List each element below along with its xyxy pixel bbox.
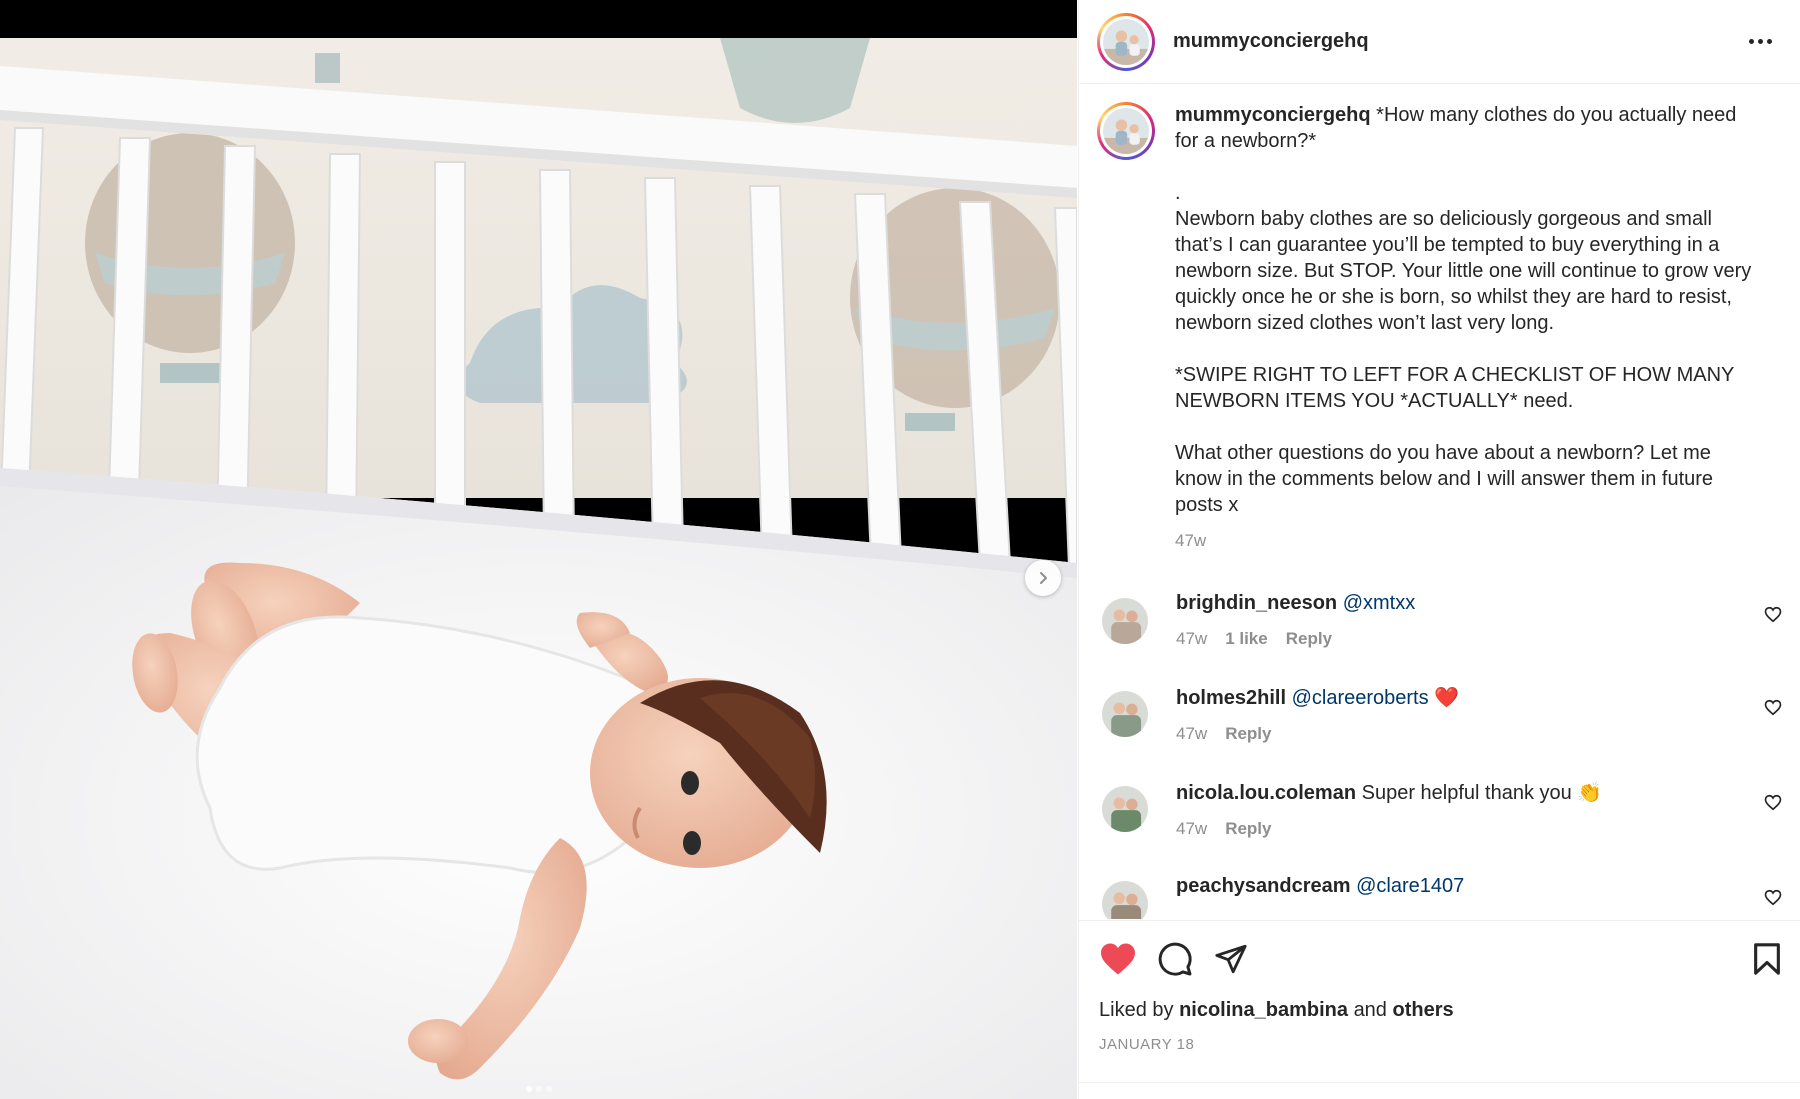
heart-filled-icon (1101, 943, 1135, 975)
share-button[interactable] (1213, 942, 1249, 976)
caption-timestamp[interactable]: 47w (1175, 528, 1755, 554)
action-icons-row (1099, 941, 1782, 977)
comment-username[interactable]: holmes2hill (1176, 687, 1286, 709)
bottom-divider (1079, 1082, 1800, 1083)
comment-avatar[interactable] (1102, 881, 1148, 919)
caption-dot: . (1175, 182, 1181, 204)
caption-paragraph-3: What other questions do you have about a… (1175, 442, 1714, 516)
chevron-right-icon (1040, 572, 1047, 584)
comment-body: peachysandcream @clare1407 (1176, 875, 1464, 919)
caption-author-avatar[interactable] (1097, 102, 1155, 160)
save-button[interactable] (1752, 942, 1782, 976)
caption: mummyconciergehq *How many clothes do yo… (1079, 85, 1800, 554)
comment-body: holmes2hill @clareeroberts ❤️ 47w Reply (1176, 685, 1459, 744)
comment-button[interactable] (1157, 941, 1193, 977)
liked-by-user[interactable]: nicolina_bambina (1179, 999, 1348, 1021)
share-icon (1215, 944, 1247, 974)
comment-mention[interactable]: @clareeroberts (1292, 687, 1429, 709)
commenter-avatar-image (1102, 691, 1148, 737)
comment-like-button[interactable] (1764, 606, 1782, 628)
author-avatar-image (1103, 18, 1149, 65)
comment: nicola.lou.coleman Super helpful thank y… (1079, 780, 1800, 839)
comment-line: peachysandcream @clare1407 (1176, 875, 1464, 898)
comment-emoji: 👏 (1577, 782, 1603, 804)
comment-reply-button[interactable]: Reply (1225, 724, 1271, 744)
comment-avatar[interactable] (1102, 691, 1148, 737)
liked-by-and: and (1353, 999, 1387, 1021)
comment-line: holmes2hill @clareeroberts ❤️ (1176, 685, 1459, 710)
comment-like-button[interactable] (1764, 794, 1782, 816)
post-actions: Liked by nicolina_bambina and others JAN… (1079, 920, 1800, 1053)
more-icon-dot (1758, 39, 1763, 44)
heart-outline-icon (1764, 606, 1782, 623)
comment-username[interactable]: brighdin_neeson (1176, 592, 1337, 614)
caption-text: mummyconciergehq *How many clothes do yo… (1175, 102, 1755, 554)
comment-like-button[interactable] (1764, 699, 1782, 721)
comment: brighdin_neeson @xmtxx 47w 1 like Reply (1079, 592, 1800, 649)
comment-text: Super helpful thank you (1361, 782, 1572, 804)
commenter-avatar-image (1102, 786, 1148, 832)
comment-reply-button[interactable]: Reply (1286, 629, 1332, 649)
author-avatar[interactable] (1097, 12, 1155, 71)
comment-likes[interactable]: 1 like (1225, 629, 1268, 649)
liked-by-others[interactable]: others (1393, 999, 1454, 1021)
post-photo[interactable] (0, 38, 1077, 1099)
liked-by-prefix: Liked by (1099, 999, 1174, 1021)
bookmark-icon (1754, 943, 1780, 975)
comment-time[interactable]: 47w (1176, 819, 1207, 839)
comment-username[interactable]: peachysandcream (1176, 875, 1351, 897)
baby-in-cot-image (0, 38, 1077, 1099)
heart-outline-icon (1764, 794, 1782, 811)
caption-username[interactable]: mummyconciergehq (1175, 104, 1371, 126)
comment-mention[interactable]: @xmtxx (1343, 592, 1416, 614)
commenter-avatar-image (1102, 881, 1148, 919)
comment-meta: 47w 1 like Reply (1176, 629, 1415, 649)
comment-meta: 47w Reply (1176, 724, 1459, 744)
comment-items: brighdin_neeson @xmtxx 47w 1 like Reply (1079, 592, 1800, 919)
carousel-dot (535, 1086, 542, 1092)
carousel-dot (545, 1086, 552, 1092)
more-options-button[interactable] (1741, 31, 1780, 52)
comment-like-button[interactable] (1764, 889, 1782, 911)
comment-icon (1158, 942, 1192, 976)
comment-emoji: ❤️ (1434, 687, 1460, 709)
post-photo-pane (0, 0, 1077, 1099)
comment-avatar[interactable] (1102, 598, 1148, 644)
comment-body: brighdin_neeson @xmtxx 47w 1 like Reply (1176, 592, 1415, 649)
post-sidebar: mummyconciergehq mummyconciergehq *How m… (1078, 0, 1800, 1099)
next-photo-button[interactable] (1025, 560, 1061, 596)
commenter-avatar-image (1102, 598, 1148, 644)
caption-avatar-image (1103, 108, 1149, 154)
carousel-dot (525, 1086, 532, 1092)
comment-time[interactable]: 47w (1176, 629, 1207, 649)
post-header: mummyconciergehq (1079, 0, 1800, 84)
carousel-indicator (0, 1086, 1077, 1092)
comment-meta: 47w Reply (1176, 819, 1602, 839)
comment-username[interactable]: nicola.lou.coleman (1176, 782, 1356, 804)
comment: holmes2hill @clareeroberts ❤️ 47w Reply (1079, 685, 1800, 744)
comment-reply-button[interactable]: Reply (1225, 819, 1271, 839)
comment-mention[interactable]: @clare1407 (1356, 875, 1464, 897)
more-icon-dot (1767, 39, 1772, 44)
comment-line: brighdin_neeson @xmtxx (1176, 592, 1415, 615)
post-date[interactable]: JANUARY 18 (1099, 1036, 1782, 1053)
more-icon (1749, 39, 1754, 44)
comment-avatar[interactable] (1102, 786, 1148, 832)
like-button[interactable] (1099, 942, 1137, 976)
caption-paragraph-2: *SWIPE RIGHT TO LEFT FOR A CHECKLIST OF … (1175, 364, 1734, 412)
comment-line: nicola.lou.coleman Super helpful thank y… (1176, 780, 1602, 805)
caption-paragraph-1: Newborn baby clothes are so deliciously … (1175, 208, 1752, 334)
comments-list[interactable]: mummyconciergehq *How many clothes do yo… (1079, 85, 1800, 919)
comment-time[interactable]: 47w (1176, 724, 1207, 744)
likes-summary: Liked by nicolina_bambina and others (1099, 999, 1782, 1022)
heart-outline-icon (1764, 889, 1782, 906)
author-username[interactable]: mummyconciergehq (1173, 30, 1369, 53)
comment: peachysandcream @clare1407 (1079, 875, 1800, 919)
comment-body: nicola.lou.coleman Super helpful thank y… (1176, 780, 1602, 839)
heart-outline-icon (1764, 699, 1782, 716)
